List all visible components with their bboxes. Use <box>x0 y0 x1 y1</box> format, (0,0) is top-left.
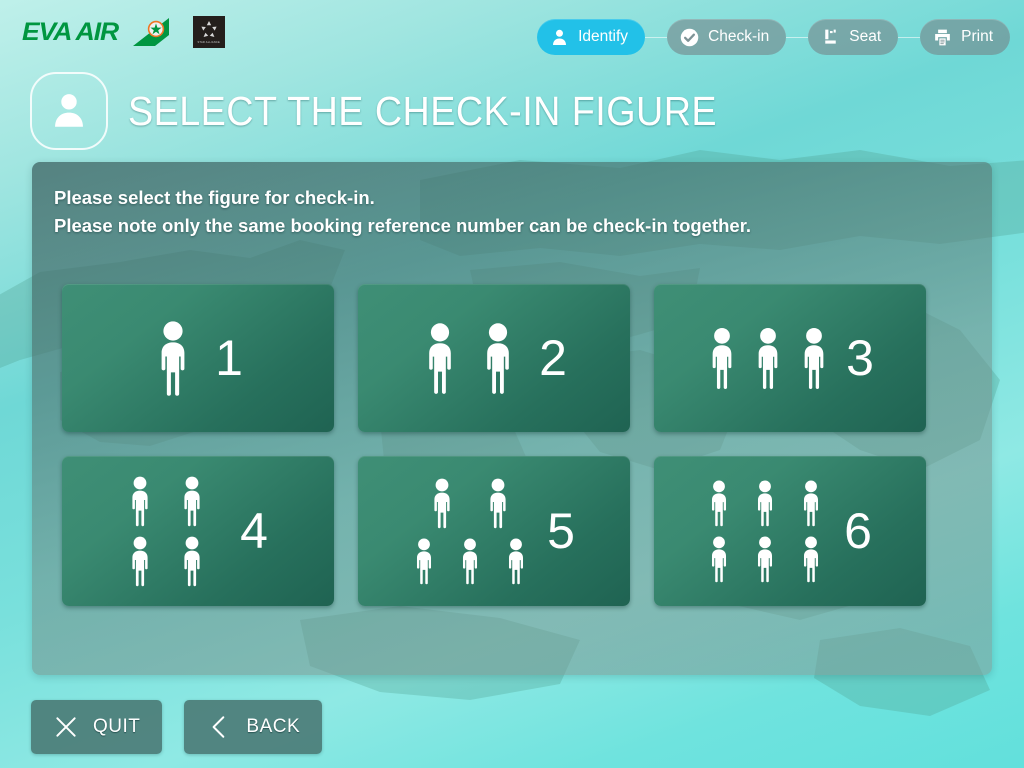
figure-card-number-6: 6 <box>844 503 872 559</box>
person-pictogram-icon <box>711 480 727 527</box>
person-icon <box>55 94 83 127</box>
figure-icons-5 <box>410 477 530 585</box>
seat-icon <box>825 29 836 44</box>
figure-icons-1 <box>150 319 196 397</box>
page-title-bar: SELECT THE CHECK-IN FIGURE <box>30 72 768 150</box>
figure-icons-6 <box>705 479 825 583</box>
step-connector <box>645 36 668 38</box>
step-print[interactable]: Print <box>920 19 1010 55</box>
figure-card-2[interactable]: 2 <box>358 284 630 432</box>
person-pictogram-icon <box>429 323 451 394</box>
person-pictogram-icon <box>416 538 432 585</box>
person-pictogram-icon <box>712 327 732 390</box>
figure-card-1[interactable]: 1 <box>62 284 334 432</box>
person-pictogram-icon <box>757 480 773 527</box>
eva-air-wordmark: EVA AIR <box>22 17 119 46</box>
avatar <box>30 72 108 150</box>
eva-air-tail-logo <box>132 18 169 46</box>
figure-row <box>125 535 207 587</box>
figure-row <box>410 537 530 585</box>
figure-icons-3 <box>703 326 833 390</box>
figure-row <box>418 321 520 395</box>
printer-icon <box>935 29 950 45</box>
person-pictogram-icon <box>758 327 778 390</box>
figure-row <box>125 475 207 527</box>
step-print-label: Print <box>961 28 993 45</box>
step-identify-label: Identify <box>578 28 629 45</box>
figure-row <box>705 535 825 583</box>
step-seat[interactable]: Seat <box>808 19 899 55</box>
brand-logo: EVA AIR STAR ALLIANCE <box>22 16 225 48</box>
figure-card-number-5: 5 <box>547 503 575 559</box>
star-alliance-logo: STAR ALLIANCE <box>192 16 225 48</box>
person-pictogram-icon <box>184 536 200 587</box>
page-title: SELECT THE CHECK-IN FIGURE <box>128 87 718 134</box>
step-checkin-label: Check-in <box>708 28 770 45</box>
person-pictogram-icon <box>757 536 773 583</box>
figure-count-grid: 1 2 3 4 5 6 <box>62 284 926 606</box>
chevron-left-icon <box>212 716 225 738</box>
step-seat-label: Seat <box>849 28 882 45</box>
close-x-icon <box>56 717 76 737</box>
back-button[interactable]: BACK <box>184 700 323 754</box>
star-alliance-caption: STAR ALLIANCE <box>197 41 220 44</box>
person-pictogram-icon <box>490 478 506 529</box>
person-pictogram-icon <box>434 478 450 529</box>
instruction-line-2: Please note only the same booking refere… <box>54 215 752 236</box>
person-pictogram-icon <box>803 480 819 527</box>
step-checkin[interactable]: Check-in <box>667 19 787 55</box>
instruction-line-1: Please select the figure for check-in. <box>54 187 375 208</box>
person-pictogram-icon <box>462 538 478 585</box>
progress-steps: Identify Check-in Seat Print <box>537 19 1010 55</box>
person-pictogram-icon <box>132 476 148 527</box>
figure-row <box>703 326 833 390</box>
figure-row <box>410 477 530 529</box>
footer-actions: QUIT BACK <box>31 700 323 754</box>
figure-card-4[interactable]: 4 <box>62 456 334 606</box>
step-identify[interactable]: Identify <box>537 19 646 55</box>
figure-card-number-1: 1 <box>215 330 243 386</box>
figure-icons-4 <box>125 475 207 587</box>
person-pictogram-icon <box>803 536 819 583</box>
quit-button[interactable]: QUIT <box>31 700 163 754</box>
figure-card-5[interactable]: 5 <box>358 456 630 606</box>
check-circle-icon <box>680 28 699 46</box>
figure-card-number-3: 3 <box>846 330 874 386</box>
person-icon <box>553 29 567 45</box>
figure-icons-2 <box>418 321 520 395</box>
figure-card-number-4: 4 <box>240 503 268 559</box>
person-pictogram-icon <box>508 538 524 585</box>
quit-button-label: QUIT <box>93 716 141 737</box>
figure-row <box>705 479 825 527</box>
person-pictogram-icon <box>804 327 824 390</box>
figure-card-number-2: 2 <box>539 330 567 386</box>
figure-row <box>150 319 196 397</box>
person-pictogram-icon <box>184 476 200 527</box>
person-pictogram-icon <box>161 321 185 396</box>
step-connector <box>786 36 809 38</box>
person-pictogram-icon <box>132 536 148 587</box>
instructions: Please select the figure for check-in. P… <box>32 162 992 240</box>
figure-card-6[interactable]: 6 <box>654 456 926 606</box>
top-bar: EVA AIR STAR ALLIANCE Identify Check-in … <box>0 0 1024 68</box>
figure-card-3[interactable]: 3 <box>654 284 926 432</box>
step-connector <box>898 36 921 38</box>
back-button-label: BACK <box>246 716 301 737</box>
main-panel: Please select the figure for check-in. P… <box>32 162 992 675</box>
person-pictogram-icon <box>487 323 509 394</box>
person-pictogram-icon <box>711 536 727 583</box>
